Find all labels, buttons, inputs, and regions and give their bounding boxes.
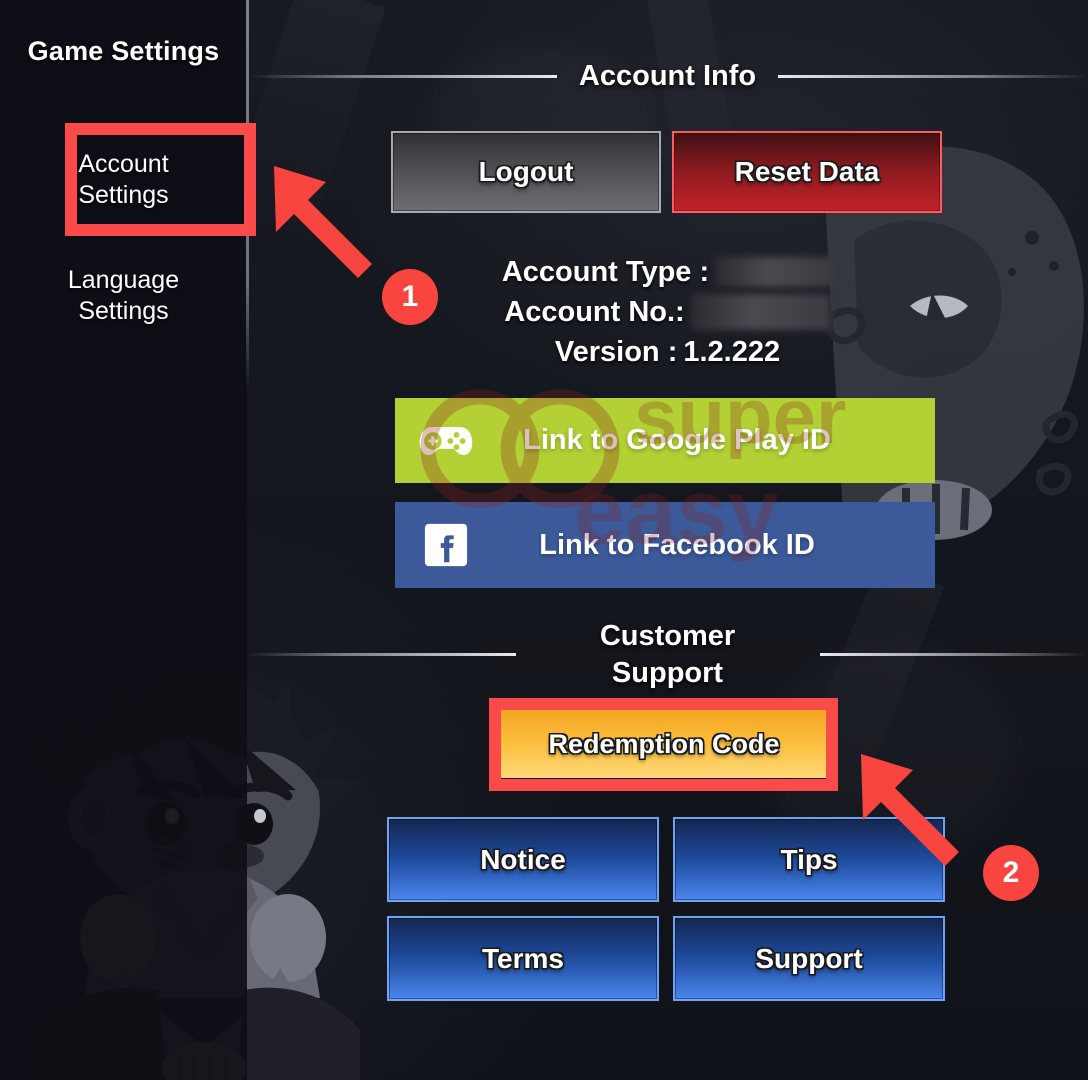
link-google-play-button[interactable]: Link to Google Play ID — [395, 398, 935, 483]
support-button[interactable]: Support — [673, 916, 945, 1001]
customer-support-header-line1: Customer — [599, 620, 736, 652]
header-rule-left — [247, 74, 557, 78]
account-details: Account Type : Account No.: Version : 1.… — [247, 252, 1088, 372]
sidebar-title: Game Settings — [27, 36, 220, 66]
annotation-badge-1: 1 — [382, 269, 438, 325]
tips-button-label: Tips — [780, 843, 838, 875]
account-info-header: Account Info — [247, 58, 1088, 95]
account-info-header-text: Account Info — [578, 60, 757, 92]
customer-support-header: Customer Support — [247, 618, 1088, 691]
facebook-icon — [417, 516, 475, 574]
tips-button[interactable]: Tips — [673, 817, 945, 902]
reset-data-button[interactable]: Reset Data — [672, 131, 942, 213]
link-facebook-label: Link to Facebook ID — [539, 528, 815, 561]
redemption-code-button[interactable]: Redemption Code — [495, 710, 833, 778]
account-type-label: Account Type : — [501, 255, 710, 288]
version-label: Version : — [554, 335, 678, 368]
header-rule-right — [778, 74, 1088, 78]
version-row: Version : 1.2.222 — [247, 332, 1088, 372]
sidebar-divider — [246, 0, 249, 390]
sidebar-item-account-settings[interactable]: Account Settings — [0, 149, 247, 210]
account-no-value-redacted — [690, 294, 831, 330]
main-panel: Account Info Logout Reset Data Account T… — [247, 0, 1088, 1080]
game-settings-screen: Game Settings Account Settings Language … — [0, 0, 1088, 1080]
sidebar: Game Settings Account Settings Language … — [0, 0, 247, 1080]
sidebar-item-language-settings[interactable]: Language Settings — [0, 265, 247, 326]
account-type-row: Account Type : — [247, 252, 1088, 292]
version-value: 1.2.222 — [683, 335, 781, 368]
link-google-play-label: Link to Google Play ID — [523, 424, 831, 456]
gamepad-icon — [417, 412, 475, 470]
notice-button[interactable]: Notice — [387, 817, 659, 902]
logout-button[interactable]: Logout — [391, 131, 661, 213]
sidebar-item-language-settings-line1: Language — [67, 266, 180, 294]
account-type-value-redacted — [715, 257, 834, 287]
terms-button[interactable]: Terms — [387, 916, 659, 1001]
sidebar-item-language-settings-line2: Settings — [78, 296, 169, 325]
annotation-badge-2: 2 — [983, 845, 1039, 901]
notice-button-label: Notice — [480, 843, 566, 875]
customer-support-header-line2: Support — [611, 656, 724, 689]
sidebar-item-account-settings-line1: Account — [78, 150, 169, 178]
terms-button-label: Terms — [482, 942, 564, 974]
support-header-rule-right — [819, 653, 1088, 657]
link-facebook-button[interactable]: Link to Facebook ID — [395, 502, 935, 588]
customer-support-header-text: Customer Support — [516, 618, 820, 691]
account-no-row: Account No.: — [247, 292, 1088, 332]
support-header-rule-left — [247, 653, 516, 657]
reset-data-button-label: Reset Data — [734, 156, 880, 187]
sidebar-item-account-settings-line2: Settings — [78, 180, 169, 209]
logout-button-label: Logout — [478, 156, 574, 187]
redemption-code-label: Redemption Code — [548, 728, 780, 759]
support-button-label: Support — [755, 942, 863, 974]
account-no-label: Account No.: — [504, 295, 685, 328]
